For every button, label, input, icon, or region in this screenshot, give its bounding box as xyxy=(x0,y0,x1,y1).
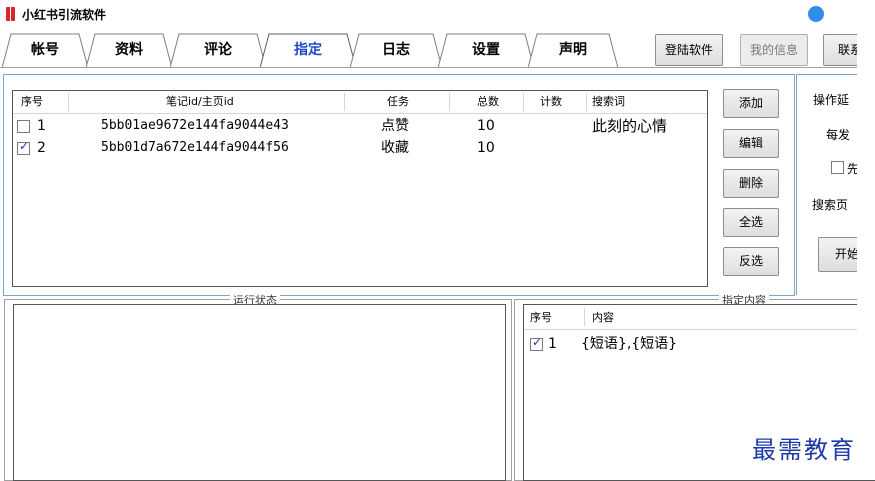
watermark-text: 最需教育 xyxy=(752,436,856,464)
op-delay-label: 操作延 xyxy=(813,93,850,107)
tab-baseline xyxy=(0,67,875,68)
col-keyword[interactable]: 搜索词 xyxy=(592,94,625,110)
tab-account[interactable]: 帐号 xyxy=(2,33,88,69)
tab-label: 评论 xyxy=(204,42,232,58)
col-content[interactable]: 内容 xyxy=(592,310,614,326)
tab-label: 指定 xyxy=(294,42,322,58)
row-note-id: 5bb01ae9672e144fa9044e43 xyxy=(101,118,289,133)
row-task: 点赞 xyxy=(381,118,409,134)
invert-selection-button[interactable]: 反选 xyxy=(723,247,779,276)
run-status-log[interactable] xyxy=(13,304,506,481)
col-task[interactable]: 任务 xyxy=(387,94,409,110)
search-page-label: 搜索页 xyxy=(812,198,849,212)
col-total[interactable]: 总数 xyxy=(477,94,499,110)
select-all-button[interactable]: 全选 xyxy=(723,208,779,237)
row-note-id: 5bb01d7a672e144fa9044f56 xyxy=(101,140,289,155)
add-button[interactable]: 添加 xyxy=(723,89,779,118)
tab-label: 设置 xyxy=(472,42,500,58)
delete-button[interactable]: 删除 xyxy=(723,169,779,198)
row-content: {短语},{短语} xyxy=(581,336,678,352)
tab-log[interactable]: 日志 xyxy=(350,33,442,69)
content-row[interactable]: 1 {短语},{短语} xyxy=(524,334,875,354)
row-checkbox[interactable] xyxy=(17,120,30,133)
tab-label: 帐号 xyxy=(31,42,59,58)
row-task: 收藏 xyxy=(381,140,409,156)
col-divider xyxy=(449,93,450,111)
row-checkbox[interactable] xyxy=(17,139,30,155)
tab-specify[interactable]: 指定 xyxy=(260,33,356,69)
row-checkbox[interactable] xyxy=(530,335,543,351)
col-divider xyxy=(344,93,345,111)
app-status-icon[interactable] xyxy=(808,6,824,22)
col-index[interactable]: 序号 xyxy=(530,310,552,326)
tab-statement[interactable]: 声明 xyxy=(528,33,618,69)
col-note-id[interactable]: 笔记id/主页id xyxy=(166,94,234,110)
title-bar: 小红书引流软件 xyxy=(0,0,875,28)
row-index: 1 xyxy=(37,118,46,134)
tab-label: 资料 xyxy=(115,42,143,58)
col-index[interactable]: 序号 xyxy=(21,94,43,110)
tab-label: 日志 xyxy=(382,42,410,58)
window-edge xyxy=(857,0,875,479)
col-divider xyxy=(586,93,587,111)
tab-comment[interactable]: 评论 xyxy=(170,33,266,69)
col-divider xyxy=(68,93,69,111)
my-info-button[interactable]: 我的信息 xyxy=(740,34,808,66)
tab-settings[interactable]: 设置 xyxy=(438,33,534,69)
tab-profile[interactable]: 资料 xyxy=(86,33,172,69)
tab-label: 声明 xyxy=(559,42,587,58)
row-keyword: 此刻的心情 xyxy=(592,117,668,135)
login-button[interactable]: 登陆软件 xyxy=(655,34,723,66)
row-index: 1 xyxy=(548,336,557,352)
app-book-icon xyxy=(6,7,15,21)
col-count[interactable]: 计数 xyxy=(540,94,562,110)
table-header: 序号 笔记id/主页id 任务 总数 计数 搜索词 xyxy=(13,91,707,114)
task-table: 序号 笔记id/主页id 任务 总数 计数 搜索词 1 5bb01ae9672e… xyxy=(12,90,708,287)
edit-button[interactable]: 编辑 xyxy=(723,129,779,158)
row-index: 2 xyxy=(37,140,46,156)
col-divider xyxy=(584,308,585,326)
app-title: 小红书引流软件 xyxy=(22,8,107,22)
table-row[interactable]: 1 5bb01ae9672e144fa9044e43 点赞 10 此刻的心情 xyxy=(13,116,707,136)
priority-checkbox[interactable] xyxy=(831,161,844,174)
row-total: 10 xyxy=(477,118,495,134)
each-send-label: 每发 xyxy=(826,128,851,142)
row-total: 10 xyxy=(477,140,495,156)
table-row[interactable]: 2 5bb01d7a672e144fa9044f56 收藏 10 xyxy=(13,138,707,158)
tab-bar: 帐号 资料 评论 指定 日志 设置 声明 xyxy=(0,31,650,69)
col-divider xyxy=(523,93,524,111)
content-table-header: 序号 内容 xyxy=(524,305,875,330)
